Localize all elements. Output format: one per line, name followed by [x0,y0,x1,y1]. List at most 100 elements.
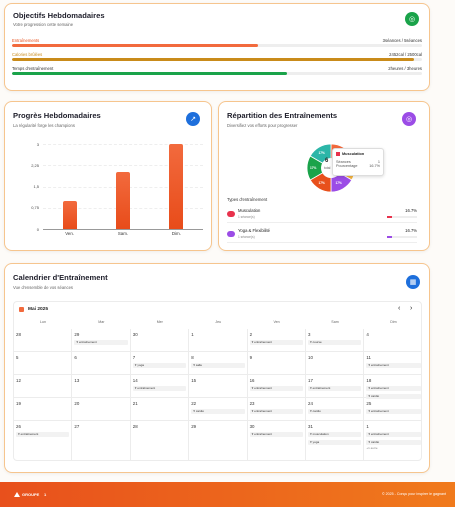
calendar-day-cell[interactable]: 6 [72,352,131,375]
calendar-next-button[interactable]: › [410,305,412,312]
calendar-event[interactable]: ♥ entraînement [74,340,128,345]
weekday-label: Dim [390,320,397,324]
calendar-day-cell[interactable]: 3 ♥ course [306,329,365,352]
type-count: 1 séance(s) [238,235,255,239]
calendar-event[interactable]: ♥ entraînement [249,340,303,345]
day-number: 30 [249,424,255,429]
calendar-day-cell[interactable]: 30 ♥ entraînement [248,421,306,460]
calendar-day-cell[interactable]: 26 ♥ entraînement [14,421,73,460]
calendar-day-cell[interactable]: 21 [130,398,190,421]
calendar-day-cell[interactable]: 9 [247,352,306,375]
weekly-progress-card: Progrès Hebdomadaires La régularité forg… [4,101,212,251]
progress-row: Temps d'entraînement 2heures / 3heures [12,66,422,76]
calendar-day-cell[interactable]: 22 ♥ cardio [189,398,248,421]
calendar-day-cell[interactable]: 27 [72,421,131,460]
calendar-event[interactable]: ♥ entraînement [366,409,421,414]
calendar-day-cell[interactable]: 2 ♥ entraînement [247,329,306,352]
calendar-day-cell[interactable]: 19 [14,398,73,421]
calendar-day-cell[interactable]: 15 [189,375,248,398]
calendar-event[interactable]: ♥ cardio [308,409,362,414]
calendar-day-cell[interactable]: 1 [189,329,248,352]
day-number: 21 [132,401,138,406]
distribution-title: Répartition des Entraînements [227,111,338,120]
event-label: entraînement [371,409,389,413]
calendar-day-cell[interactable]: 30 [130,329,190,352]
target-icon[interactable]: ◎ [405,12,419,26]
calendar-day-cell[interactable]: 10 [306,352,365,375]
calendar-day-cell[interactable]: 7 ♥ yoga [130,352,190,375]
calendar-event[interactable]: ♥ cardio [366,440,421,445]
calendar-day-cell[interactable]: 11 ♥ entraînement [364,352,421,375]
calendar-icon[interactable]: ▦ [406,275,420,289]
type-name: Musculation [238,208,261,213]
calendar-day-cell[interactable]: 18 ♥ entraînement ♥ cardio [364,375,421,399]
target-icon[interactable]: ◎ [402,112,416,126]
donut-center-value: 6 [325,158,329,164]
progress-fill [12,72,287,75]
calendar-event[interactable]: ♥ entraînement [366,363,421,368]
calendar-event[interactable]: ♥ entraînement [249,432,303,437]
calendar-day-cell[interactable]: 24 ♥ cardio [306,398,365,421]
day-number: 15 [191,378,197,383]
calendar-event[interactable]: ♥ entraînement [249,386,303,391]
calendar-day-cell[interactable]: 28 [14,329,73,352]
calendar-day-cell[interactable]: 1 ♥ entraînement ♥ cardio +1 autre [364,421,421,460]
type-row[interactable]: Musculation 1 séance(s) 16.7% [227,207,417,223]
calendar-day-cell[interactable]: 4 [364,329,421,352]
day-number: 30 [132,332,138,337]
type-name: Yoga & Flexibilité [238,228,270,233]
event-label: cardio [312,409,321,413]
bar-Sam.[interactable] [116,172,130,229]
calendar-event[interactable]: ♥ salle [191,363,245,368]
calendar-event[interactable]: ♥ entraînement [16,432,70,437]
bar-Dim.[interactable] [169,144,184,229]
day-number: 14 [132,378,138,383]
calendar-prev-button[interactable]: ‹ [398,305,400,312]
calendar-event[interactable]: ♥ course [308,340,362,345]
calendar-day-cell[interactable]: 17 ♥ entraînement [306,375,365,398]
calendar-day-cell[interactable]: 5 [14,352,73,375]
progress-fill [12,44,258,47]
event-label: entraînement [254,409,272,413]
calendar-day-cell[interactable]: 8 ♥ salle [189,352,248,375]
calendar-day-cell[interactable]: 23 ♥ entraînement [247,398,306,421]
calendar-day-cell[interactable]: 20 [72,398,131,421]
calendar-event[interactable]: ♥ cardio [191,409,245,414]
day-number: 1 [366,424,369,429]
calendar-day-cell[interactable]: 31 ♥ musculation ♥ yoga [306,421,365,460]
footer-brand[interactable]: GROUPE [22,492,39,497]
day-number: 25 [366,401,372,406]
calendar-event[interactable]: ♥ entraînement [132,386,187,391]
slice-label: 17% [318,151,325,156]
calendar-event[interactable]: ♥ musculation [308,432,362,437]
calendar-event[interactable]: ♥ yoga [308,440,362,445]
calendar-event[interactable]: ♥ entraînement [366,432,421,437]
calendar-day-cell[interactable]: 13 [72,375,131,398]
calendar-event[interactable]: ♥ yoga [132,363,187,368]
calendar-day-cell[interactable]: 25 ♥ entraînement [364,398,421,421]
day-number: 23 [249,401,255,406]
calendar-event[interactable]: ♥ entraînement [249,409,303,414]
weekly-goals-subtitle: Votre progression cette semaine [13,22,74,27]
tooltip-row2-value: 16.7% [369,164,380,168]
calendar-day-cell[interactable]: 16 ♥ entraînement [247,375,306,398]
calendar-day-cell[interactable]: 28 [131,421,190,460]
calendar-day-cell[interactable]: 29 [189,421,248,460]
type-row[interactable]: Yoga & Flexibilité 1 séance(s) 16.7% [227,227,417,243]
calendar-event[interactable]: ♥ entraînement [366,386,421,391]
slice-label: 17% [310,166,317,170]
calendar-day-cell[interactable]: 14 ♥ entraînement [130,375,190,398]
footer-brand-num: 1 [44,492,47,497]
weekday-label: Mar [98,320,105,324]
event-label: entraînement [371,386,389,390]
x-axis [43,229,203,230]
calendar-event[interactable]: ♥ entraînement [308,386,362,391]
more-events-link[interactable]: +1 autre [366,446,420,450]
type-pct: 16.7% [405,228,417,233]
calendar-day-cell[interactable]: 12 [14,375,73,398]
calendar-day-cell[interactable]: 29 ♥ entraînement [72,329,131,352]
event-label: yoga [137,363,144,367]
day-number: 5 [16,355,19,360]
bar-Ven.[interactable] [62,200,77,229]
y-tick-label: 0 [36,226,39,232]
